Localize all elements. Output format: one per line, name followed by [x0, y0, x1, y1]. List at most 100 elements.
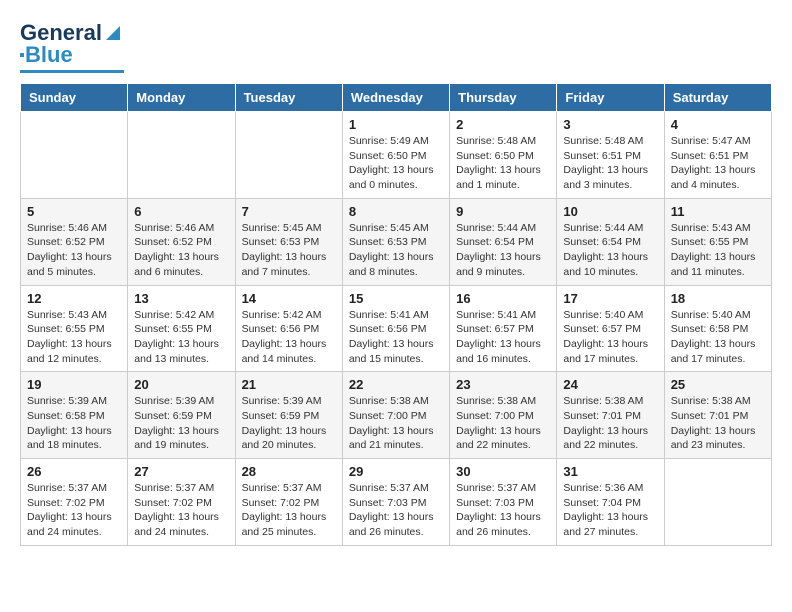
calendar-table: SundayMondayTuesdayWednesdayThursdayFrid…: [20, 83, 772, 546]
day-info: Sunrise: 5:37 AM Sunset: 7:03 PM Dayligh…: [456, 481, 550, 540]
page-header: General Blue: [20, 20, 772, 73]
calendar-cell: 15Sunrise: 5:41 AM Sunset: 6:56 PM Dayli…: [342, 285, 449, 372]
calendar-cell: 13 Sunrise: 5:42 AM Sunset: 6:55 PM Dayli…: [128, 285, 235, 372]
calendar-week-row: 5 Sunrise: 5:46 AM Sunset: 6:52 PM Daylig…: [21, 198, 772, 285]
day-info: Sunrise: 5:36 AM Sunset: 7:04 PM Dayligh…: [563, 481, 657, 540]
day-number: 4: [671, 117, 765, 132]
calendar-cell: 14 Sunrise: 5:42 AM Sunset: 6:56 PM Dayli…: [235, 285, 342, 372]
calendar-cell: 28Sunrise: 5:37 AM Sunset: 7:02 PM Dayli…: [235, 459, 342, 546]
logo-triangle-icon: [102, 22, 124, 44]
day-number: 23: [456, 377, 550, 392]
day-info: Sunrise: 5:47 AM Sunset: 6:51 PM Dayligh…: [671, 134, 765, 193]
calendar-cell: 31 Sunrise: 5:36 AM Sunset: 7:04 PM Dayli…: [557, 459, 664, 546]
calendar-weekday-header: Friday: [557, 84, 664, 112]
day-info: Sunrise: 5:43 AM Sunset: 6:55 PM Dayligh…: [671, 221, 765, 280]
day-info: Sunrise: 5:37 AM Sunset: 7:02 PM Dayligh…: [242, 481, 336, 540]
day-info: Sunrise: 5:43 AM Sunset: 6:55 PM Dayligh…: [27, 308, 121, 367]
day-number: 5: [27, 204, 121, 219]
calendar-week-row: 26 Sunrise: 5:37 AM Sunset: 7:02 PM Dayli…: [21, 459, 772, 546]
calendar-weekday-header: Sunday: [21, 84, 128, 112]
day-info: Sunrise: 5:46 AM Sunset: 6:52 PM Dayligh…: [27, 221, 121, 280]
day-info: Sunrise: 5:38 AM Sunset: 7:01 PM Dayligh…: [563, 394, 657, 453]
calendar-cell: 30Sunrise: 5:37 AM Sunset: 7:03 PM Dayli…: [450, 459, 557, 546]
calendar-cell: 17 Sunrise: 5:40 AM Sunset: 6:57 PM Dayli…: [557, 285, 664, 372]
day-info: Sunrise: 5:49 AM Sunset: 6:50 PM Dayligh…: [349, 134, 443, 193]
calendar-cell: 9 Sunrise: 5:44 AM Sunset: 6:54 PM Daylig…: [450, 198, 557, 285]
day-number: 24: [563, 377, 657, 392]
day-info: Sunrise: 5:38 AM Sunset: 7:01 PM Dayligh…: [671, 394, 765, 453]
day-info: Sunrise: 5:39 AM Sunset: 6:58 PM Dayligh…: [27, 394, 121, 453]
day-info: Sunrise: 5:44 AM Sunset: 6:54 PM Dayligh…: [456, 221, 550, 280]
day-number: 3: [563, 117, 657, 132]
calendar-weekday-header: Wednesday: [342, 84, 449, 112]
day-number: 1: [349, 117, 443, 132]
day-number: 15: [349, 291, 443, 306]
day-number: 29: [349, 464, 443, 479]
calendar-cell: 7 Sunrise: 5:45 AM Sunset: 6:53 PM Daylig…: [235, 198, 342, 285]
day-number: 13: [134, 291, 228, 306]
day-number: 31: [563, 464, 657, 479]
day-number: 12: [27, 291, 121, 306]
logo-blue-text: Blue: [25, 42, 73, 68]
calendar-weekday-header: Saturday: [664, 84, 771, 112]
calendar-cell: 4 Sunrise: 5:47 AM Sunset: 6:51 PM Daylig…: [664, 112, 771, 199]
day-info: Sunrise: 5:37 AM Sunset: 7:03 PM Dayligh…: [349, 481, 443, 540]
day-info: Sunrise: 5:38 AM Sunset: 7:00 PM Dayligh…: [456, 394, 550, 453]
calendar-weekday-header: Monday: [128, 84, 235, 112]
calendar-weekday-header: Thursday: [450, 84, 557, 112]
day-number: 18: [671, 291, 765, 306]
calendar-cell: 25 Sunrise: 5:38 AM Sunset: 7:01 PM Dayli…: [664, 372, 771, 459]
calendar-header-row: SundayMondayTuesdayWednesdayThursdayFrid…: [21, 84, 772, 112]
day-number: 22: [349, 377, 443, 392]
calendar-weekday-header: Tuesday: [235, 84, 342, 112]
day-info: Sunrise: 5:39 AM Sunset: 6:59 PM Dayligh…: [134, 394, 228, 453]
day-info: Sunrise: 5:45 AM Sunset: 6:53 PM Dayligh…: [242, 221, 336, 280]
calendar-cell: 8Sunrise: 5:45 AM Sunset: 6:53 PM Daylig…: [342, 198, 449, 285]
day-info: Sunrise: 5:42 AM Sunset: 6:56 PM Dayligh…: [242, 308, 336, 367]
day-info: Sunrise: 5:38 AM Sunset: 7:00 PM Dayligh…: [349, 394, 443, 453]
day-number: 17: [563, 291, 657, 306]
day-info: Sunrise: 5:39 AM Sunset: 6:59 PM Dayligh…: [242, 394, 336, 453]
calendar-cell: 11Sunrise: 5:43 AM Sunset: 6:55 PM Dayli…: [664, 198, 771, 285]
calendar-cell: 5 Sunrise: 5:46 AM Sunset: 6:52 PM Daylig…: [21, 198, 128, 285]
day-info: Sunrise: 5:37 AM Sunset: 7:02 PM Dayligh…: [27, 481, 121, 540]
calendar-week-row: 1 Sunrise: 5:49 AM Sunset: 6:50 PM Daylig…: [21, 112, 772, 199]
calendar-cell: 27 Sunrise: 5:37 AM Sunset: 7:02 PM Dayli…: [128, 459, 235, 546]
day-number: 25: [671, 377, 765, 392]
calendar-cell: 20 Sunrise: 5:39 AM Sunset: 6:59 PM Dayli…: [128, 372, 235, 459]
day-number: 14: [242, 291, 336, 306]
day-number: 19: [27, 377, 121, 392]
calendar-week-row: 12 Sunrise: 5:43 AM Sunset: 6:55 PM Dayli…: [21, 285, 772, 372]
calendar-cell: 29 Sunrise: 5:37 AM Sunset: 7:03 PM Dayli…: [342, 459, 449, 546]
day-info: Sunrise: 5:48 AM Sunset: 6:50 PM Dayligh…: [456, 134, 550, 193]
day-number: 7: [242, 204, 336, 219]
day-info: Sunrise: 5:48 AM Sunset: 6:51 PM Dayligh…: [563, 134, 657, 193]
day-info: Sunrise: 5:42 AM Sunset: 6:55 PM Dayligh…: [134, 308, 228, 367]
calendar-cell: 24 Sunrise: 5:38 AM Sunset: 7:01 PM Dayli…: [557, 372, 664, 459]
calendar-cell: [235, 112, 342, 199]
calendar-cell: 10Sunrise: 5:44 AM Sunset: 6:54 PM Dayli…: [557, 198, 664, 285]
day-number: 27: [134, 464, 228, 479]
day-number: 20: [134, 377, 228, 392]
logo: General Blue: [20, 20, 124, 73]
calendar-cell: 6 Sunrise: 5:46 AM Sunset: 6:52 PM Daylig…: [128, 198, 235, 285]
day-info: Sunrise: 5:40 AM Sunset: 6:58 PM Dayligh…: [671, 308, 765, 367]
calendar-week-row: 19 Sunrise: 5:39 AM Sunset: 6:58 PM Dayli…: [21, 372, 772, 459]
day-number: 21: [242, 377, 336, 392]
day-number: 26: [27, 464, 121, 479]
calendar-cell: 2Sunrise: 5:48 AM Sunset: 6:50 PM Daylig…: [450, 112, 557, 199]
calendar-cell: [664, 459, 771, 546]
day-number: 9: [456, 204, 550, 219]
day-number: 6: [134, 204, 228, 219]
calendar-cell: 1 Sunrise: 5:49 AM Sunset: 6:50 PM Daylig…: [342, 112, 449, 199]
calendar-cell: 22 Sunrise: 5:38 AM Sunset: 7:00 PM Dayli…: [342, 372, 449, 459]
day-info: Sunrise: 5:37 AM Sunset: 7:02 PM Dayligh…: [134, 481, 228, 540]
calendar-cell: 16Sunrise: 5:41 AM Sunset: 6:57 PM Dayli…: [450, 285, 557, 372]
calendar-cell: 23 Sunrise: 5:38 AM Sunset: 7:00 PM Dayli…: [450, 372, 557, 459]
day-number: 10: [563, 204, 657, 219]
day-info: Sunrise: 5:40 AM Sunset: 6:57 PM Dayligh…: [563, 308, 657, 367]
day-number: 16: [456, 291, 550, 306]
day-info: Sunrise: 5:46 AM Sunset: 6:52 PM Dayligh…: [134, 221, 228, 280]
calendar-cell: [128, 112, 235, 199]
day-number: 8: [349, 204, 443, 219]
